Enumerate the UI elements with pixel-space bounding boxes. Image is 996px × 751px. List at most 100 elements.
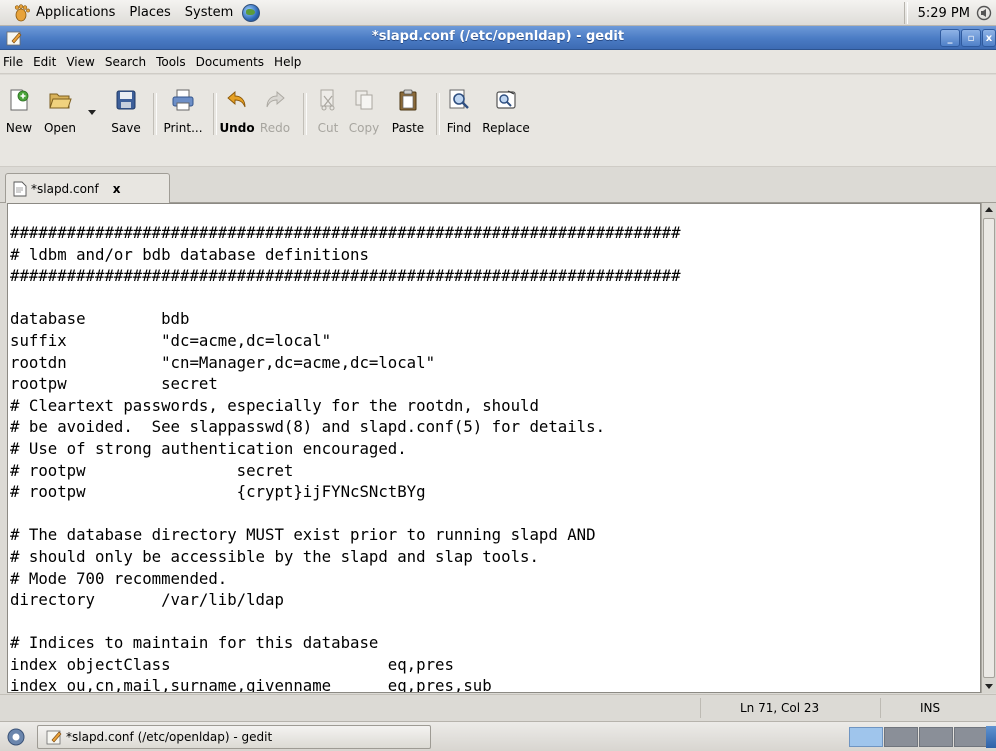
- undo-button[interactable]: Undo: [218, 86, 256, 142]
- taskbar-window-label: *slapd.conf (/etc/openldap) - gedit: [66, 730, 273, 744]
- minimize-icon: _: [947, 32, 953, 44]
- undo-label: Undo: [219, 121, 255, 135]
- places-label: Places: [129, 5, 171, 20]
- toolbar-separator: [436, 93, 440, 135]
- vertical-scrollbar[interactable]: [981, 203, 996, 693]
- maximize-icon: ▫: [967, 32, 975, 44]
- save-button[interactable]: Save: [108, 86, 144, 142]
- gedit-task-icon: [46, 730, 62, 745]
- redo-label: Redo: [259, 121, 291, 135]
- statusbar-divider: [700, 698, 701, 718]
- menubar: File Edit View Search Tools Documents He…: [0, 50, 996, 74]
- code-line: # rootpw {crypt}ijFYNcSNctBYg: [10, 482, 426, 502]
- menu-file[interactable]: File: [0, 55, 28, 69]
- clock[interactable]: 5:29 PM: [918, 6, 970, 21]
- code-line: # Indices to maintain for this database: [10, 633, 379, 653]
- tab-label: *slapd.conf: [31, 181, 99, 196]
- find-button[interactable]: Find: [442, 86, 476, 142]
- menu-help[interactable]: Help: [269, 55, 306, 69]
- menu-view[interactable]: View: [61, 55, 99, 69]
- cursor-position: Ln 71, Col 23: [740, 701, 820, 715]
- open-label: Open: [43, 121, 77, 135]
- copy-label: Copy: [348, 121, 380, 135]
- new-document-icon: [10, 89, 29, 111]
- volume-icon[interactable]: [976, 5, 992, 21]
- new-button[interactable]: New: [2, 86, 36, 142]
- text-editor-area[interactable]: ########################################…: [7, 203, 981, 693]
- system-menu[interactable]: System: [178, 0, 240, 25]
- window-titlebar[interactable]: *slapd.conf (/etc/openldap) - gedit _ ▫ …: [0, 26, 996, 50]
- toolbar: New Open Save Print... Undo Redo Cut Cop…: [0, 75, 996, 167]
- code-line: suffix "dc=acme,dc=local": [10, 330, 332, 350]
- code-line: index objectClass eq,pres: [10, 654, 454, 674]
- recent-files-dropdown-arrow[interactable]: [88, 110, 96, 115]
- scroll-up-arrow-icon[interactable]: [985, 207, 993, 212]
- cut-scissors-icon: [320, 89, 335, 111]
- panel-separator: [903, 2, 908, 24]
- maximize-button[interactable]: ▫: [961, 29, 981, 47]
- gnome-foot-icon: [14, 3, 30, 21]
- copy-button[interactable]: Copy: [344, 86, 384, 142]
- trash-icon[interactable]: [986, 726, 996, 748]
- find-magnifier-icon: [449, 89, 469, 109]
- menu-tools[interactable]: Tools: [151, 55, 191, 69]
- places-menu[interactable]: Places: [122, 0, 177, 25]
- web-browser-launcher-icon[interactable]: [242, 3, 261, 22]
- paste-button[interactable]: Paste: [385, 86, 431, 142]
- save-disk-icon: [116, 90, 136, 110]
- open-button[interactable]: Open: [38, 86, 82, 142]
- copy-pages-icon: [355, 90, 373, 110]
- code-line: ########################################…: [10, 266, 681, 286]
- workspace-2[interactable]: [884, 727, 918, 747]
- insert-mode-indicator: INS: [920, 701, 941, 715]
- window-title: *slapd.conf (/etc/openldap) - gedit: [371, 29, 625, 44]
- top-panel: Applications Places System 5:29 PM: [0, 0, 996, 26]
- applications-menu[interactable]: Applications: [6, 0, 122, 25]
- replace-label: Replace: [482, 121, 530, 135]
- workspace-3[interactable]: [919, 727, 953, 747]
- taskbar-window-button[interactable]: *slapd.conf (/etc/openldap) - gedit: [37, 725, 431, 749]
- show-desktop-icon[interactable]: [6, 727, 26, 747]
- menu-search[interactable]: Search: [100, 55, 151, 69]
- document-tabs: *slapd.conf x: [0, 167, 996, 203]
- code-line: index ou,cn,mail,surname,givenname eq,pr…: [10, 676, 492, 693]
- menu-documents[interactable]: Documents: [191, 55, 269, 69]
- redo-button[interactable]: Redo: [256, 86, 294, 142]
- code-line: # rootpw secret: [10, 460, 294, 480]
- close-tab-icon[interactable]: x: [113, 182, 121, 196]
- undo-arrow-icon: [227, 91, 246, 108]
- find-label: Find: [446, 121, 472, 135]
- bottom-panel: *slapd.conf (/etc/openldap) - gedit: [0, 721, 996, 751]
- scrollbar-thumb[interactable]: [983, 218, 995, 678]
- print-label: Print...: [163, 121, 203, 135]
- workspace-4[interactable]: [954, 727, 988, 747]
- print-button[interactable]: Print...: [160, 86, 206, 142]
- close-icon: x: [985, 32, 993, 44]
- code-line: # Use of strong authentication encourage…: [10, 438, 407, 458]
- text-document-icon: [13, 181, 27, 196]
- replace-icon: [496, 90, 516, 109]
- close-window-button[interactable]: x: [982, 29, 996, 47]
- replace-button[interactable]: Replace: [478, 86, 534, 142]
- system-label: System: [184, 5, 234, 20]
- toolbar-separator: [303, 93, 307, 135]
- menu-edit[interactable]: Edit: [28, 55, 61, 69]
- code-line: directory /var/lib/ldap: [10, 590, 284, 610]
- workspace-1[interactable]: [849, 727, 883, 747]
- applications-label: Applications: [36, 5, 116, 20]
- code-line: # Cleartext passwords, especially for th…: [10, 395, 539, 415]
- code-line: # ldbm and/or bdb database definitions: [10, 244, 369, 264]
- code-line: # be avoided. See slappasswd(8) and slap…: [10, 417, 606, 437]
- scroll-down-arrow-icon[interactable]: [985, 684, 993, 689]
- statusbar-divider: [880, 698, 881, 718]
- redo-arrow-icon: [266, 91, 285, 108]
- minimize-button[interactable]: _: [940, 29, 960, 47]
- code-line: ########################################…: [10, 223, 681, 242]
- open-folder-icon: [49, 93, 72, 109]
- code-line: # should only be accessible by the slapd…: [10, 546, 539, 566]
- tab-slapd-conf[interactable]: *slapd.conf x: [5, 173, 170, 203]
- cut-button[interactable]: Cut: [310, 86, 346, 142]
